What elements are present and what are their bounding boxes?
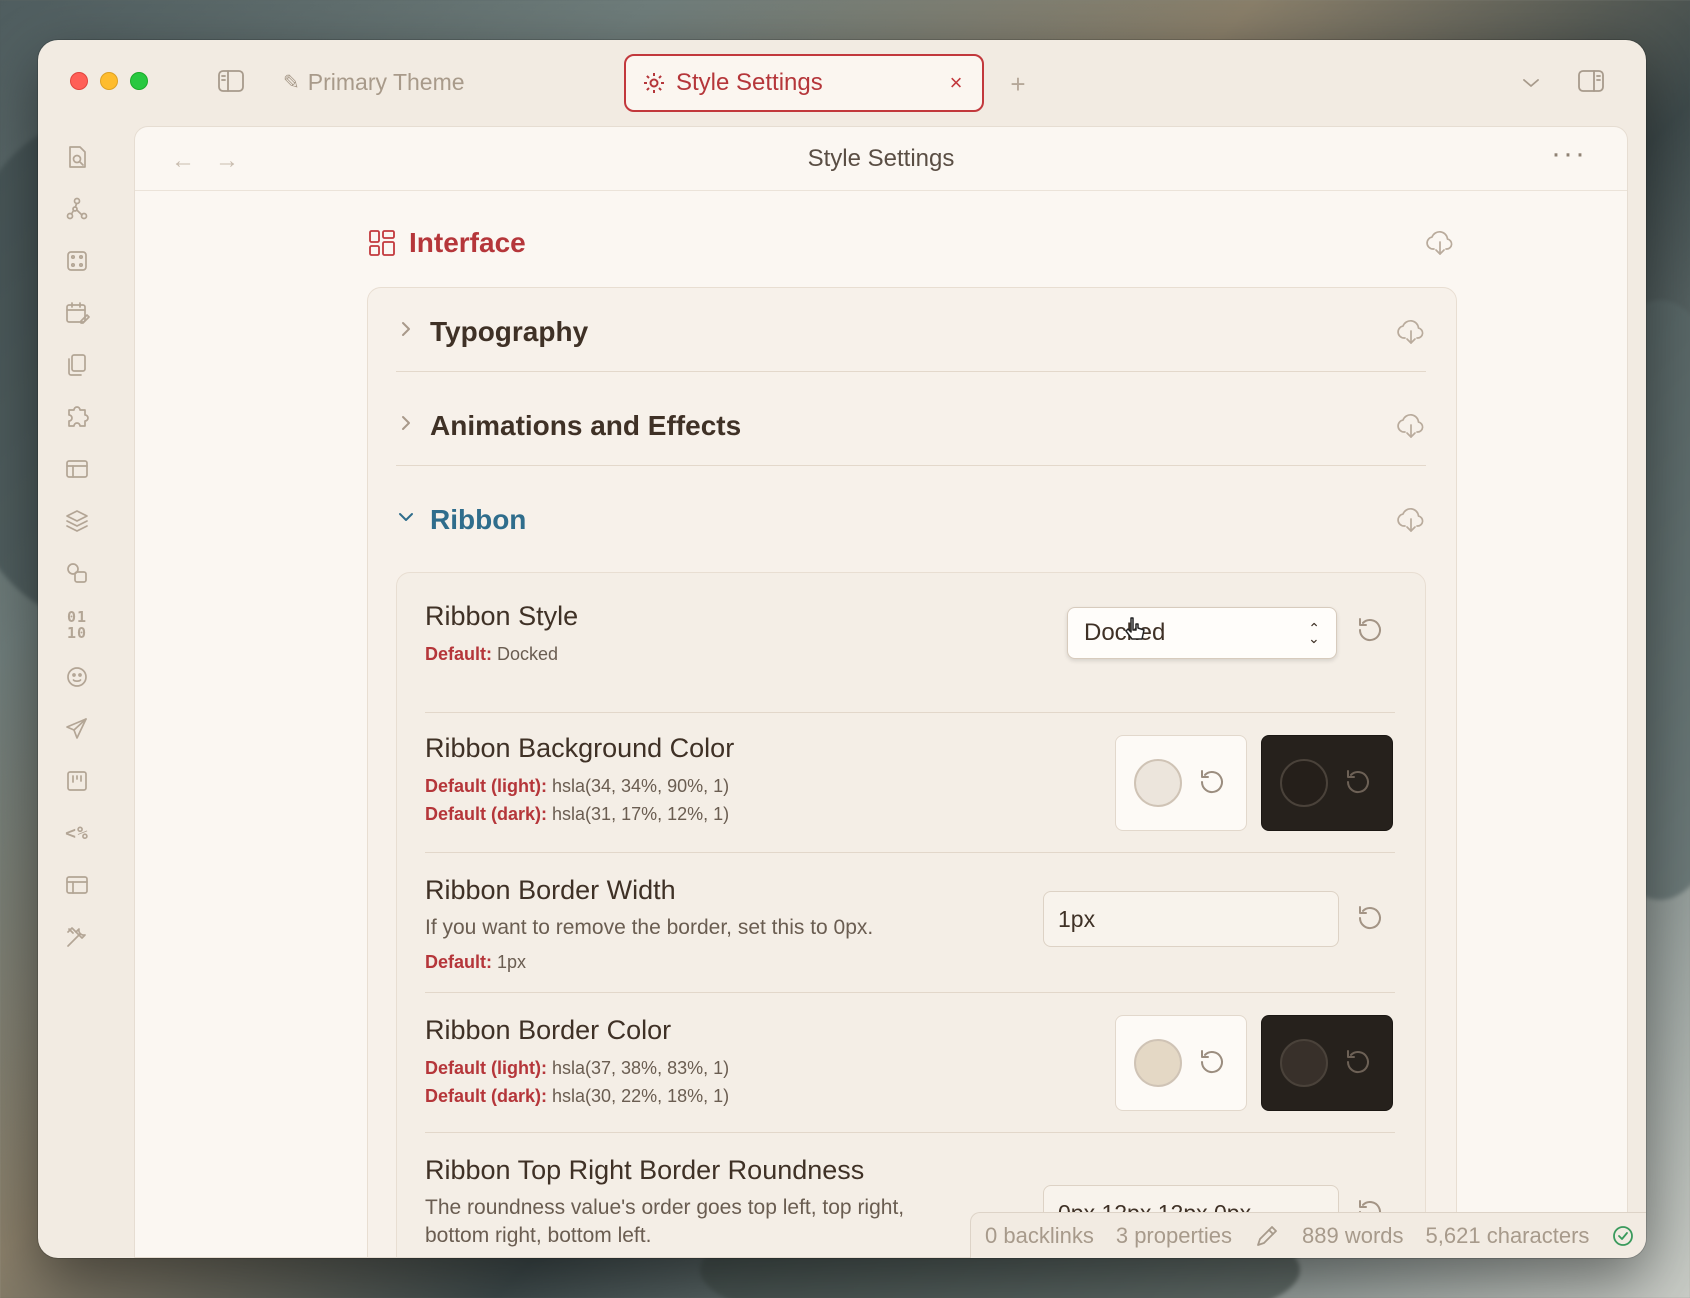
shapes-icon[interactable] xyxy=(60,558,94,588)
setting-name: Ribbon Border Color xyxy=(425,1015,672,1045)
template-icon[interactable]: <% xyxy=(60,818,94,848)
setting-default-dark: Default (dark): hsla(31, 17%, 12%, 1) xyxy=(425,804,730,824)
cloud-download-icon[interactable] xyxy=(1396,317,1426,347)
group-title: Animations and Effects xyxy=(430,409,742,441)
status-bar: 0 backlinks 3 properties 889 words 5,621… xyxy=(970,1212,1646,1258)
kanban-icon[interactable] xyxy=(60,766,94,796)
layout-icon[interactable] xyxy=(60,454,94,484)
character-count: 5,621 characters xyxy=(1425,1222,1590,1248)
dark-color-swatch[interactable] xyxy=(1279,1039,1328,1087)
binary-icon[interactable]: 01 10 xyxy=(60,609,94,641)
minimize-window-button[interactable] xyxy=(100,72,118,90)
settings-group-box: Typography Animations and Effects Ribbon xyxy=(367,287,1457,1257)
setting-ribbon-bg-color: Ribbon Background Color Default (light):… xyxy=(425,713,1395,853)
title-bar: ✎ Primary Theme Style Settings × + xyxy=(38,40,1646,124)
light-color-picker xyxy=(1115,735,1247,831)
sync-check-icon[interactable] xyxy=(1611,1224,1635,1248)
app-window: ✎ Primary Theme Style Settings × + 0110 xyxy=(38,40,1646,1258)
setting-default-dark: Default (dark): hsla(30, 22%, 18%, 1) xyxy=(425,1086,730,1106)
dark-color-picker xyxy=(1261,1015,1393,1111)
puzzle-icon[interactable] xyxy=(60,402,94,432)
maximize-window-button[interactable] xyxy=(130,72,148,90)
tab-label: Primary Theme xyxy=(307,68,465,95)
group-ribbon[interactable]: Ribbon xyxy=(396,480,1426,560)
tab-file-icon: ✎ xyxy=(283,71,300,94)
section-interface: Interface xyxy=(367,221,1455,265)
close-tab-icon[interactable]: × xyxy=(944,70,968,96)
new-tab-button[interactable]: + xyxy=(998,64,1038,104)
layers-icon[interactable] xyxy=(60,506,94,536)
chevron-right-icon xyxy=(396,319,430,345)
dark-color-picker xyxy=(1261,735,1393,831)
group-typography[interactable]: Typography xyxy=(396,292,1426,372)
setting-ribbon-border-color: Ribbon Border Color Default (light): hsl… xyxy=(425,993,1395,1133)
search-file-icon[interactable] xyxy=(60,142,94,172)
toggle-left-sidebar-icon[interactable] xyxy=(214,66,248,96)
pane-header: ← → Style Settings ··· xyxy=(135,127,1627,191)
ribbon-style-select[interactable]: Docked ⌃ ⌃ xyxy=(1067,607,1337,659)
face-icon[interactable] xyxy=(60,662,94,692)
editor-pane: ← → Style Settings ··· Interface Typogra… xyxy=(134,126,1628,1258)
cloud-download-icon[interactable] xyxy=(1425,228,1455,258)
reset-icon[interactable] xyxy=(1197,767,1229,799)
reset-icon[interactable] xyxy=(1343,767,1375,799)
section-title: Interface xyxy=(409,227,526,258)
backlinks-count[interactable]: 0 backlinks xyxy=(985,1223,1094,1249)
more-options-icon[interactable]: ··· xyxy=(1551,137,1587,171)
light-color-swatch[interactable] xyxy=(1133,1039,1182,1087)
setting-ribbon-border-width: Ribbon Border Width If you want to remov… xyxy=(425,853,1395,993)
select-value: Docked xyxy=(1084,619,1166,646)
tab-primary-theme[interactable]: ✎ Primary Theme xyxy=(283,60,465,104)
reset-icon[interactable] xyxy=(1355,903,1389,937)
setting-default-light: Default (light): hsla(37, 38%, 83%, 1) xyxy=(425,1058,730,1078)
properties-count[interactable]: 3 properties xyxy=(1116,1223,1232,1249)
tab-style-settings[interactable]: Style Settings × xyxy=(624,54,984,112)
chevron-down-icon[interactable] xyxy=(1516,68,1546,98)
close-window-button[interactable] xyxy=(70,72,88,90)
reset-icon[interactable] xyxy=(1343,1047,1375,1079)
light-color-picker xyxy=(1115,1015,1247,1111)
pointer-cursor-icon xyxy=(1125,617,1145,640)
settings-content: Interface Typography Animations and Effe… xyxy=(135,191,1627,1257)
setting-ribbon-style: Ribbon Style Default: Docked Docked ⌃ ⌃ xyxy=(425,601,1395,713)
dark-color-swatch[interactable] xyxy=(1279,759,1328,807)
cloud-download-icon[interactable] xyxy=(1396,411,1426,441)
ribbon-settings: Ribbon Style Default: Docked Docked ⌃ ⌃ R… xyxy=(396,572,1426,1257)
setting-name: Ribbon Background Color xyxy=(425,733,735,763)
tools-icon[interactable] xyxy=(60,922,94,952)
graph-icon[interactable] xyxy=(60,194,94,224)
tab-label: Style Settings xyxy=(676,69,823,96)
updown-chevron-icon: ⌃ ⌃ xyxy=(1308,620,1320,646)
toggle-right-sidebar-icon[interactable] xyxy=(1574,66,1608,96)
chevron-right-icon xyxy=(396,413,430,439)
setting-default: Default: 1px xyxy=(425,952,527,972)
word-count: 889 words xyxy=(1302,1222,1404,1248)
cloud-download-icon[interactable] xyxy=(1396,505,1426,535)
pencil-icon[interactable] xyxy=(1254,1223,1280,1249)
dice-icon[interactable] xyxy=(60,246,94,276)
group-title: Typography xyxy=(430,315,589,347)
send-icon[interactable] xyxy=(60,714,94,744)
light-color-swatch[interactable] xyxy=(1133,759,1182,807)
setting-name: Ribbon Top Right Border Roundness xyxy=(425,1155,865,1185)
gear-icon xyxy=(642,71,666,95)
ribbon: 01 10 <% xyxy=(38,124,116,1258)
layout-alt-icon[interactable] xyxy=(60,870,94,900)
copy-icon[interactable] xyxy=(60,350,94,380)
chevron-down-icon xyxy=(396,507,430,533)
calendar-edit-icon[interactable] xyxy=(60,298,94,328)
reset-icon[interactable] xyxy=(1355,615,1389,649)
setting-default-light: Default (light): hsla(34, 34%, 90%, 1) xyxy=(425,776,730,796)
setting-description: The roundness value's order goes top lef… xyxy=(425,1196,905,1247)
group-animations-effects[interactable]: Animations and Effects xyxy=(396,386,1426,466)
group-title: Ribbon xyxy=(430,504,527,535)
pane-title: Style Settings xyxy=(807,145,955,172)
reset-icon[interactable] xyxy=(1197,1047,1229,1079)
border-width-input[interactable]: 1px xyxy=(1043,891,1339,947)
interface-grid-icon xyxy=(367,228,397,258)
